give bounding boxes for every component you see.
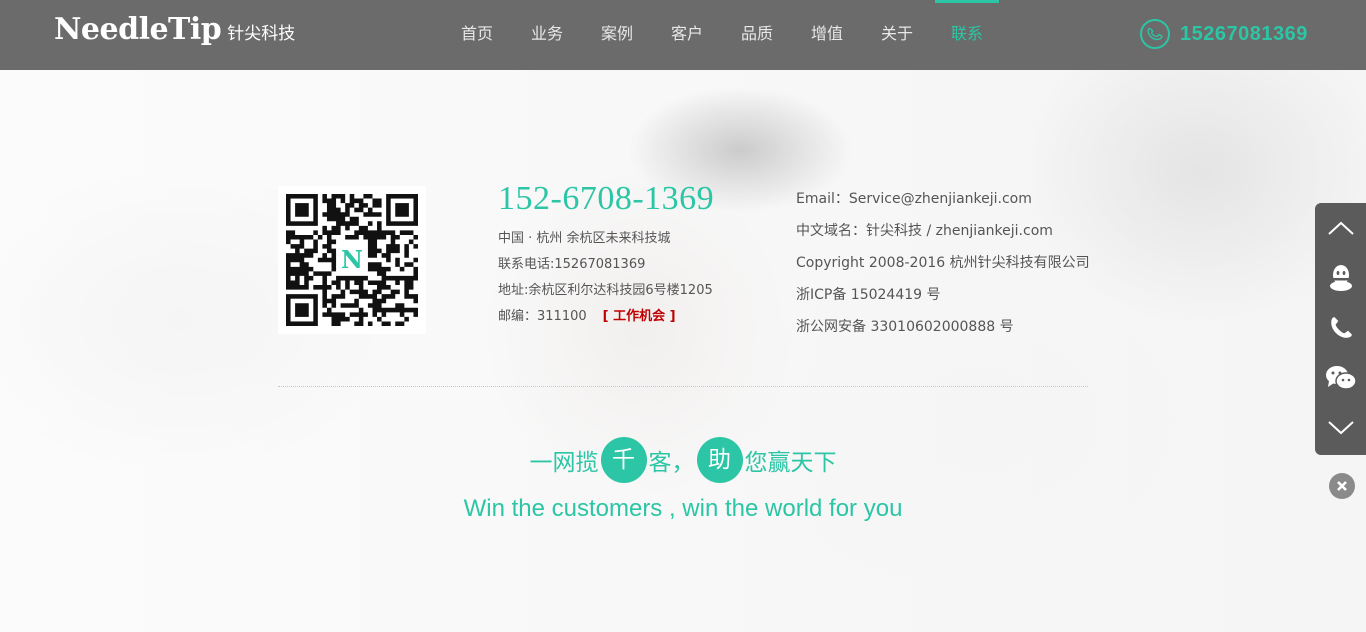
postcode-row: 邮编：311100 [ 工作机会 ]	[498, 304, 714, 330]
scroll-up-button[interactable]	[1315, 203, 1366, 253]
copyright-text: Copyright 2008-2016 杭州针尖科技有限公司	[796, 255, 1090, 271]
site-info-column: Email：Service@zhenjiankeji.com 中文域名：针尖科技…	[796, 186, 1090, 346]
contact-info-column: 152-6708-1369 中国 · 杭州 余杭区未来科技城 联系电话:1526…	[498, 180, 714, 330]
qq-button[interactable]	[1315, 253, 1366, 303]
slogan-part-3: 您赢天下	[744, 450, 837, 476]
email-text[interactable]: Email：Service@zhenjiankeji.com	[796, 186, 1090, 218]
nav-cases[interactable]: 案例	[582, 0, 652, 70]
nav-business[interactable]: 业务	[512, 0, 582, 70]
slogan-part-1: 一网揽	[529, 450, 599, 476]
location-text: 中国 · 杭州 余杭区未来科技城	[498, 231, 671, 246]
scroll-down-button[interactable]	[1315, 403, 1366, 453]
phone-icon	[1330, 317, 1352, 338]
main-nav: 首页 业务 案例 客户 品质 增值 关于 联系	[442, 0, 1002, 70]
slogan-chinese: 一网揽 千 客， 助 您赢天下	[0, 437, 1366, 483]
domain-text: 中文域名：针尖科技 / zhenjiankeji.com	[796, 223, 1053, 239]
nav-home[interactable]: 首页	[442, 0, 512, 70]
nav-value-added[interactable]: 增值	[792, 0, 862, 70]
qq-icon	[1329, 265, 1352, 291]
floating-sidebar	[1315, 203, 1366, 455]
police-record-text[interactable]: 浙公网安备 33010602000888 号	[796, 314, 1090, 346]
close-icon	[1337, 481, 1347, 491]
logo-english: NeedleTip	[54, 12, 222, 47]
wechat-icon	[1325, 366, 1357, 390]
section-divider	[278, 386, 1088, 387]
tel-text: 联系电话:15267081369	[498, 257, 646, 272]
postcode-text: 邮编：311100	[498, 309, 587, 324]
slogan-part-2: 客，	[648, 450, 695, 476]
phone-button[interactable]	[1315, 303, 1366, 353]
qr-code-image: N	[286, 194, 418, 326]
nav-clients[interactable]: 客户	[652, 0, 722, 70]
icp-text[interactable]: 浙ICP备 15024419 号	[796, 282, 1090, 314]
nav-quality[interactable]: 品质	[722, 0, 792, 70]
slogan-circle-1: 千	[600, 437, 647, 483]
arrow-up-icon	[1327, 221, 1354, 235]
slogan-english: Win the customers , win the world for yo…	[463, 495, 903, 522]
nav-about[interactable]: 关于	[862, 0, 932, 70]
qr-center-letter: N	[341, 245, 363, 274]
header-phone[interactable]: 15267081369	[1140, 19, 1308, 49]
job-opportunities-link[interactable]: [ 工作机会 ]	[603, 309, 676, 324]
wechat-button[interactable]	[1315, 353, 1366, 403]
site-logo[interactable]: NeedleTip 针尖科技	[54, 12, 295, 47]
top-header: NeedleTip 针尖科技 首页 业务 案例 客户 品质 增值 关于 联系 1…	[0, 0, 1366, 70]
sidebar-close-button[interactable]	[1329, 473, 1355, 499]
arrow-down-icon	[1327, 421, 1354, 435]
address-text: 地址:余杭区利尔达科技园6号楼1205	[498, 283, 713, 298]
phone-icon	[1140, 19, 1170, 49]
slogan-circle-2: 助	[696, 437, 743, 483]
big-phone-number: 152-6708-1369	[498, 180, 715, 217]
logo-chinese: 针尖科技	[227, 24, 296, 44]
header-phone-number: 15267081369	[1180, 22, 1308, 45]
nav-contact[interactable]: 联系	[932, 0, 1002, 70]
wechat-qr-code: N	[278, 186, 426, 334]
